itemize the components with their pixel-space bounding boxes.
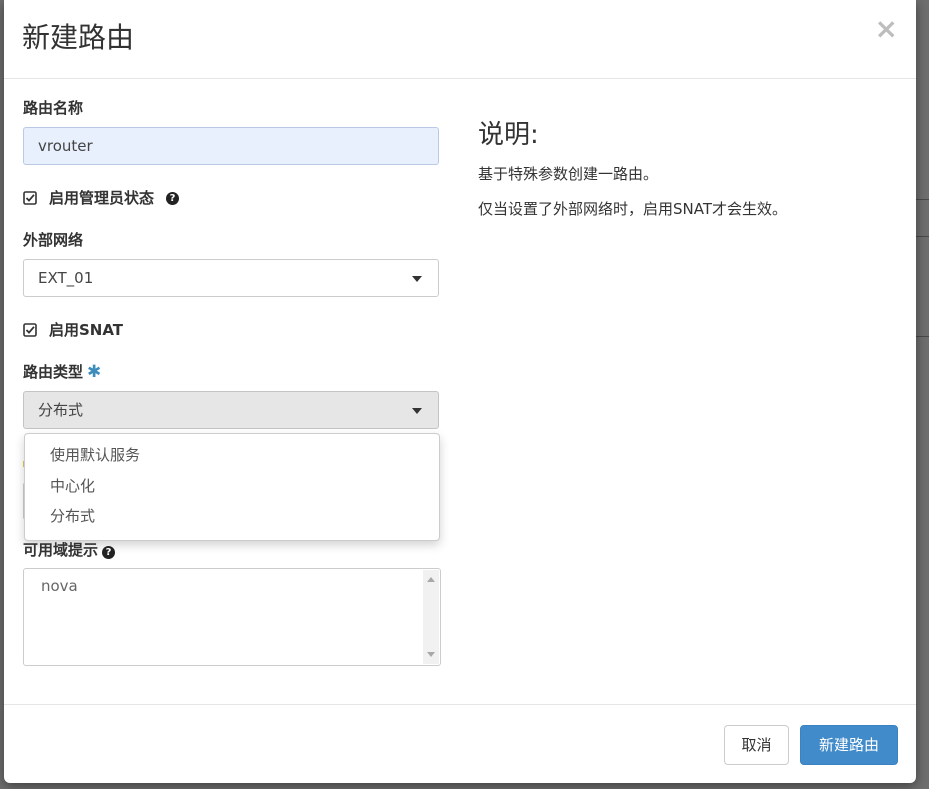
checkbox-checked-icon[interactable] — [23, 191, 37, 205]
az-hints-label: 可用域提示? — [23, 539, 116, 561]
cancel-button[interactable]: 取消 — [724, 725, 789, 765]
scroll-down-icon[interactable] — [427, 652, 435, 657]
chevron-down-icon — [412, 276, 422, 282]
description-title: 说明: — [478, 120, 539, 150]
enable-snat-checkbox-row[interactable]: 启用SNAT — [23, 319, 123, 341]
router-name-input[interactable]: vrouter — [23, 127, 439, 165]
admin-state-label: 启用管理员状态 — [49, 189, 155, 207]
dropdown-option[interactable]: 中心化 — [50, 475, 95, 497]
external-network-select[interactable]: EXT_01 — [23, 259, 439, 297]
background-divider — [915, 336, 929, 337]
create-router-modal: 新建路由 × 路由名称 vrouter 启用管理员状态 ? 外部网络 EXT_0… — [4, 0, 916, 783]
router-type-label: 路由类型 ✱ — [23, 362, 102, 382]
az-option[interactable]: nova — [41, 575, 78, 597]
required-asterisk-icon: ✱ — [87, 362, 102, 382]
dropdown-option[interactable]: 分布式 — [50, 505, 95, 527]
create-router-button[interactable]: 新建路由 — [800, 725, 898, 765]
scrollbar[interactable] — [423, 570, 439, 664]
background-divider — [915, 199, 929, 200]
router-name-label: 路由名称 — [23, 99, 84, 117]
router-type-selected: 分布式 — [38, 401, 84, 419]
checkbox-checked-icon[interactable] — [23, 323, 37, 337]
enable-snat-label: 启用SNAT — [49, 321, 124, 339]
router-type-dropdown-list: 使用默认服务 中心化 分布式 — [24, 433, 440, 541]
description-text: 仅当设置了外部网络时，启用SNAT才会生效。 — [478, 200, 788, 218]
router-type-select[interactable]: 分布式 — [23, 391, 439, 429]
description-text: 基于特殊参数创建一路由。 — [478, 165, 659, 183]
modal-title: 新建路由 — [22, 21, 135, 54]
dropdown-option[interactable]: 使用默认服务 — [50, 444, 140, 466]
external-network-label: 外部网络 — [23, 231, 84, 249]
modal-header: 新建路由 × — [4, 0, 916, 79]
az-hints-multiselect[interactable]: nova — [23, 568, 441, 666]
background-divider — [915, 236, 929, 237]
chevron-down-icon — [412, 408, 422, 414]
external-network-selected: EXT_01 — [38, 269, 94, 287]
question-circle-icon[interactable]: ? — [166, 191, 180, 205]
scroll-up-icon[interactable] — [427, 577, 435, 582]
admin-state-checkbox-row[interactable]: 启用管理员状态 ? — [23, 187, 180, 209]
question-circle-icon[interactable]: ? — [102, 546, 116, 559]
modal-footer: 取消 新建路由 — [4, 704, 916, 784]
close-icon[interactable]: × — [875, 14, 898, 44]
